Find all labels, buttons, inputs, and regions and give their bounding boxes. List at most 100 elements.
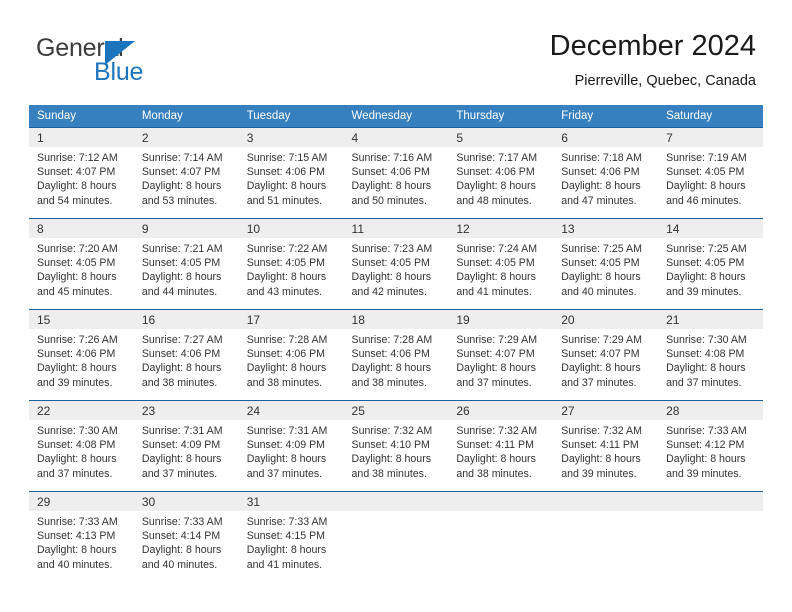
weekday-header-monday: Monday	[133, 105, 239, 128]
calendar-day-cell[interactable]: 18 Sunrise: 7:28 AM Sunset: 4:06 PM Dayligh…	[343, 309, 449, 401]
day-detail-daylight1: Daylight: 8 hours	[456, 453, 536, 466]
calendar-day-cell[interactable]: 9 Sunrise: 7:21 AM Sunset: 4:05 PM Daylight…	[133, 218, 239, 310]
day-number: 8	[29, 219, 134, 238]
day-detail-sunset: Sunset: 4:06 PM	[351, 166, 430, 179]
day-number: 12	[448, 219, 554, 238]
day-detail-daylight1: Daylight: 8 hours	[351, 362, 432, 375]
day-number: 26	[448, 401, 554, 420]
day-cell-inner: 27 Sunrise: 7:32 AM Sunset: 4:11 PM Dayligh…	[553, 401, 659, 491]
calendar-day-cell[interactable]: 27 Sunrise: 7:32 AM Sunset: 4:11 PM Dayligh…	[553, 400, 659, 492]
day-cell-inner: 22 Sunrise: 7:30 AM Sunset: 4:08 PM Dayligh…	[29, 401, 134, 491]
calendar-week-row: 1 Sunrise: 7:12 AM Sunset: 4:07 PM Daylight…	[29, 127, 763, 219]
calendar-day-cell[interactable]: 5 Sunrise: 7:17 AM Sunset: 4:06 PM Daylight…	[448, 127, 554, 219]
calendar-day-cell[interactable]: 7 Sunrise: 7:19 AM Sunset: 4:05 PM Daylight…	[658, 127, 763, 219]
calendar-header-row: Sunday Monday Tuesday Wednesday Thursday…	[29, 105, 763, 128]
day-detail-daylight1: Daylight: 8 hours	[37, 362, 117, 375]
calendar-day-cell[interactable]: 30 Sunrise: 7:33 AM Sunset: 4:14 PM Dayligh…	[133, 491, 239, 582]
calendar-day-cell[interactable]: 11 Sunrise: 7:23 AM Sunset: 4:05 PM Dayligh…	[343, 218, 449, 310]
day-cell-inner: 4 Sunrise: 7:16 AM Sunset: 4:06 PM Daylight…	[343, 128, 449, 218]
calendar-day-cell[interactable]: 26 Sunrise: 7:32 AM Sunset: 4:11 PM Dayligh…	[448, 400, 554, 492]
day-number: 23	[133, 401, 239, 420]
calendar-day-cell[interactable]: 28 Sunrise: 7:33 AM Sunset: 4:12 PM Dayligh…	[658, 400, 763, 492]
day-detail-sunrise: Sunrise: 7:32 AM	[561, 425, 642, 437]
calendar-day-cell[interactable]: 16 Sunrise: 7:27 AM Sunset: 4:06 PM Dayligh…	[133, 309, 239, 401]
calendar-week-row: 15 Sunrise: 7:26 AM Sunset: 4:06 PM Dayligh…	[29, 309, 763, 401]
day-detail-sunrise: Sunrise: 7:12 AM	[37, 152, 118, 164]
calendar-day-cell[interactable]: 8 Sunrise: 7:20 AM Sunset: 4:05 PM Daylight…	[29, 218, 134, 310]
day-cell-inner: 19 Sunrise: 7:29 AM Sunset: 4:07 PM Dayligh…	[448, 310, 554, 400]
calendar-day-cell[interactable]: 10 Sunrise: 7:22 AM Sunset: 4:05 PM Dayligh…	[238, 218, 344, 310]
day-detail-sunset: Sunset: 4:08 PM	[666, 348, 745, 361]
day-number	[448, 492, 554, 511]
day-cell-inner: 23 Sunrise: 7:31 AM Sunset: 4:09 PM Dayligh…	[133, 401, 239, 491]
calendar-day-cell[interactable]: 2 Sunrise: 7:14 AM Sunset: 4:07 PM Daylight…	[133, 127, 239, 219]
day-number: 9	[133, 219, 239, 238]
day-detail-sunset: Sunset: 4:05 PM	[246, 257, 326, 270]
calendar-day-cell[interactable]: 21 Sunrise: 7:30 AM Sunset: 4:08 PM Dayligh…	[658, 309, 763, 401]
day-detail-sunset: Sunset: 4:05 PM	[37, 257, 116, 270]
day-cell-inner: 8 Sunrise: 7:20 AM Sunset: 4:05 PM Daylight…	[29, 219, 134, 309]
day-detail-daylight1: Daylight: 8 hours	[246, 180, 327, 193]
day-details: Sunrise: 7:29 AM Sunset: 4:07 PM Daylight:…	[448, 329, 553, 390]
day-details: Sunrise: 7:30 AM Sunset: 4:08 PM Daylight:…	[658, 329, 763, 390]
calendar-day-cell[interactable]: 24 Sunrise: 7:31 AM Sunset: 4:09 PM Dayligh…	[238, 400, 344, 492]
calendar-day-cell[interactable]: 25 Sunrise: 7:32 AM Sunset: 4:10 PM Dayligh…	[343, 400, 449, 492]
day-detail-daylight1: Daylight: 8 hours	[456, 362, 536, 375]
day-detail-sunset: Sunset: 4:05 PM	[456, 257, 535, 270]
day-details: Sunrise: 7:14 AM Sunset: 4:07 PM Daylight:…	[134, 147, 239, 208]
day-number: 1	[29, 128, 134, 147]
day-number: 21	[658, 310, 763, 329]
day-number: 16	[133, 310, 239, 329]
calendar-day-cell[interactable]: 20 Sunrise: 7:29 AM Sunset: 4:07 PM Dayligh…	[553, 309, 659, 401]
day-number: 14	[658, 219, 763, 238]
calendar-day-cell[interactable]: 22 Sunrise: 7:30 AM Sunset: 4:08 PM Dayligh…	[29, 400, 134, 492]
calendar-day-cell-empty	[343, 491, 449, 582]
day-detail-sunset: Sunset: 4:06 PM	[141, 348, 221, 361]
day-cell-inner	[448, 492, 554, 582]
day-detail-sunrise: Sunrise: 7:33 AM	[666, 425, 747, 437]
day-detail-sunrise: Sunrise: 7:28 AM	[246, 334, 328, 346]
day-detail-daylight2: and 40 minutes.	[561, 285, 637, 298]
day-detail-sunrise: Sunrise: 7:32 AM	[456, 425, 538, 437]
calendar-day-cell[interactable]: 1 Sunrise: 7:12 AM Sunset: 4:07 PM Daylight…	[29, 127, 134, 219]
calendar-day-cell[interactable]: 15 Sunrise: 7:26 AM Sunset: 4:06 PM Dayligh…	[29, 309, 134, 401]
day-cell-inner: 15 Sunrise: 7:26 AM Sunset: 4:06 PM Dayligh…	[29, 310, 134, 400]
day-number: 19	[448, 310, 554, 329]
calendar-day-cell[interactable]: 17 Sunrise: 7:28 AM Sunset: 4:06 PM Dayligh…	[238, 309, 344, 401]
day-details: Sunrise: 7:32 AM Sunset: 4:11 PM Daylight:…	[448, 420, 553, 481]
day-detail-daylight1: Daylight: 8 hours	[37, 453, 117, 466]
calendar-day-cell[interactable]: 6 Sunrise: 7:18 AM Sunset: 4:06 PM Daylight…	[553, 127, 659, 219]
calendar-day-cell[interactable]: 31 Sunrise: 7:33 AM Sunset: 4:15 PM Dayligh…	[238, 491, 344, 582]
general-blue-logo[interactable]: General Blue	[36, 36, 226, 92]
day-details: Sunrise: 7:31 AM Sunset: 4:09 PM Daylight:…	[239, 420, 344, 481]
day-detail-daylight2: and 53 minutes.	[141, 194, 218, 207]
day-details: Sunrise: 7:33 AM Sunset: 4:14 PM Daylight:…	[134, 511, 239, 572]
calendar-day-cell[interactable]: 14 Sunrise: 7:25 AM Sunset: 4:05 PM Dayligh…	[658, 218, 763, 310]
day-details: Sunrise: 7:24 AM Sunset: 4:05 PM Daylight:…	[448, 238, 553, 299]
day-detail-sunrise: Sunrise: 7:30 AM	[37, 425, 118, 437]
calendar-day-cell[interactable]: 12 Sunrise: 7:24 AM Sunset: 4:05 PM Dayligh…	[448, 218, 554, 310]
day-number: 7	[658, 128, 763, 147]
day-detail-sunrise: Sunrise: 7:25 AM	[561, 243, 642, 255]
day-cell-inner: 7 Sunrise: 7:19 AM Sunset: 4:05 PM Daylight…	[658, 128, 763, 218]
day-detail-sunrise: Sunrise: 7:33 AM	[37, 516, 118, 528]
calendar-day-cell[interactable]: 13 Sunrise: 7:25 AM Sunset: 4:05 PM Dayligh…	[553, 218, 659, 310]
day-detail-daylight1: Daylight: 8 hours	[351, 453, 432, 466]
page-title: December 2024	[549, 30, 756, 62]
day-detail-sunset: Sunset: 4:11 PM	[561, 439, 639, 452]
day-detail-daylight2: and 37 minutes.	[246, 467, 323, 480]
calendar-day-cell[interactable]: 4 Sunrise: 7:16 AM Sunset: 4:06 PM Daylight…	[343, 127, 449, 219]
day-detail-sunset: Sunset: 4:11 PM	[456, 439, 534, 452]
calendar-day-cell[interactable]: 23 Sunrise: 7:31 AM Sunset: 4:09 PM Dayligh…	[133, 400, 239, 492]
day-number: 30	[133, 492, 239, 511]
day-number: 25	[343, 401, 449, 420]
calendar-day-cell[interactable]: 29 Sunrise: 7:33 AM Sunset: 4:13 PM Dayligh…	[29, 491, 134, 582]
day-detail-sunset: Sunset: 4:05 PM	[666, 257, 745, 270]
day-detail-sunrise: Sunrise: 7:23 AM	[351, 243, 433, 255]
day-detail-sunset: Sunset: 4:06 PM	[246, 348, 326, 361]
calendar-day-cell[interactable]: 3 Sunrise: 7:15 AM Sunset: 4:06 PM Daylight…	[238, 127, 344, 219]
day-cell-inner: 16 Sunrise: 7:27 AM Sunset: 4:06 PM Dayligh…	[133, 310, 239, 400]
day-detail-daylight1: Daylight: 8 hours	[37, 180, 117, 193]
day-details: Sunrise: 7:27 AM Sunset: 4:06 PM Daylight:…	[134, 329, 239, 390]
calendar-day-cell[interactable]: 19 Sunrise: 7:29 AM Sunset: 4:07 PM Dayligh…	[448, 309, 554, 401]
